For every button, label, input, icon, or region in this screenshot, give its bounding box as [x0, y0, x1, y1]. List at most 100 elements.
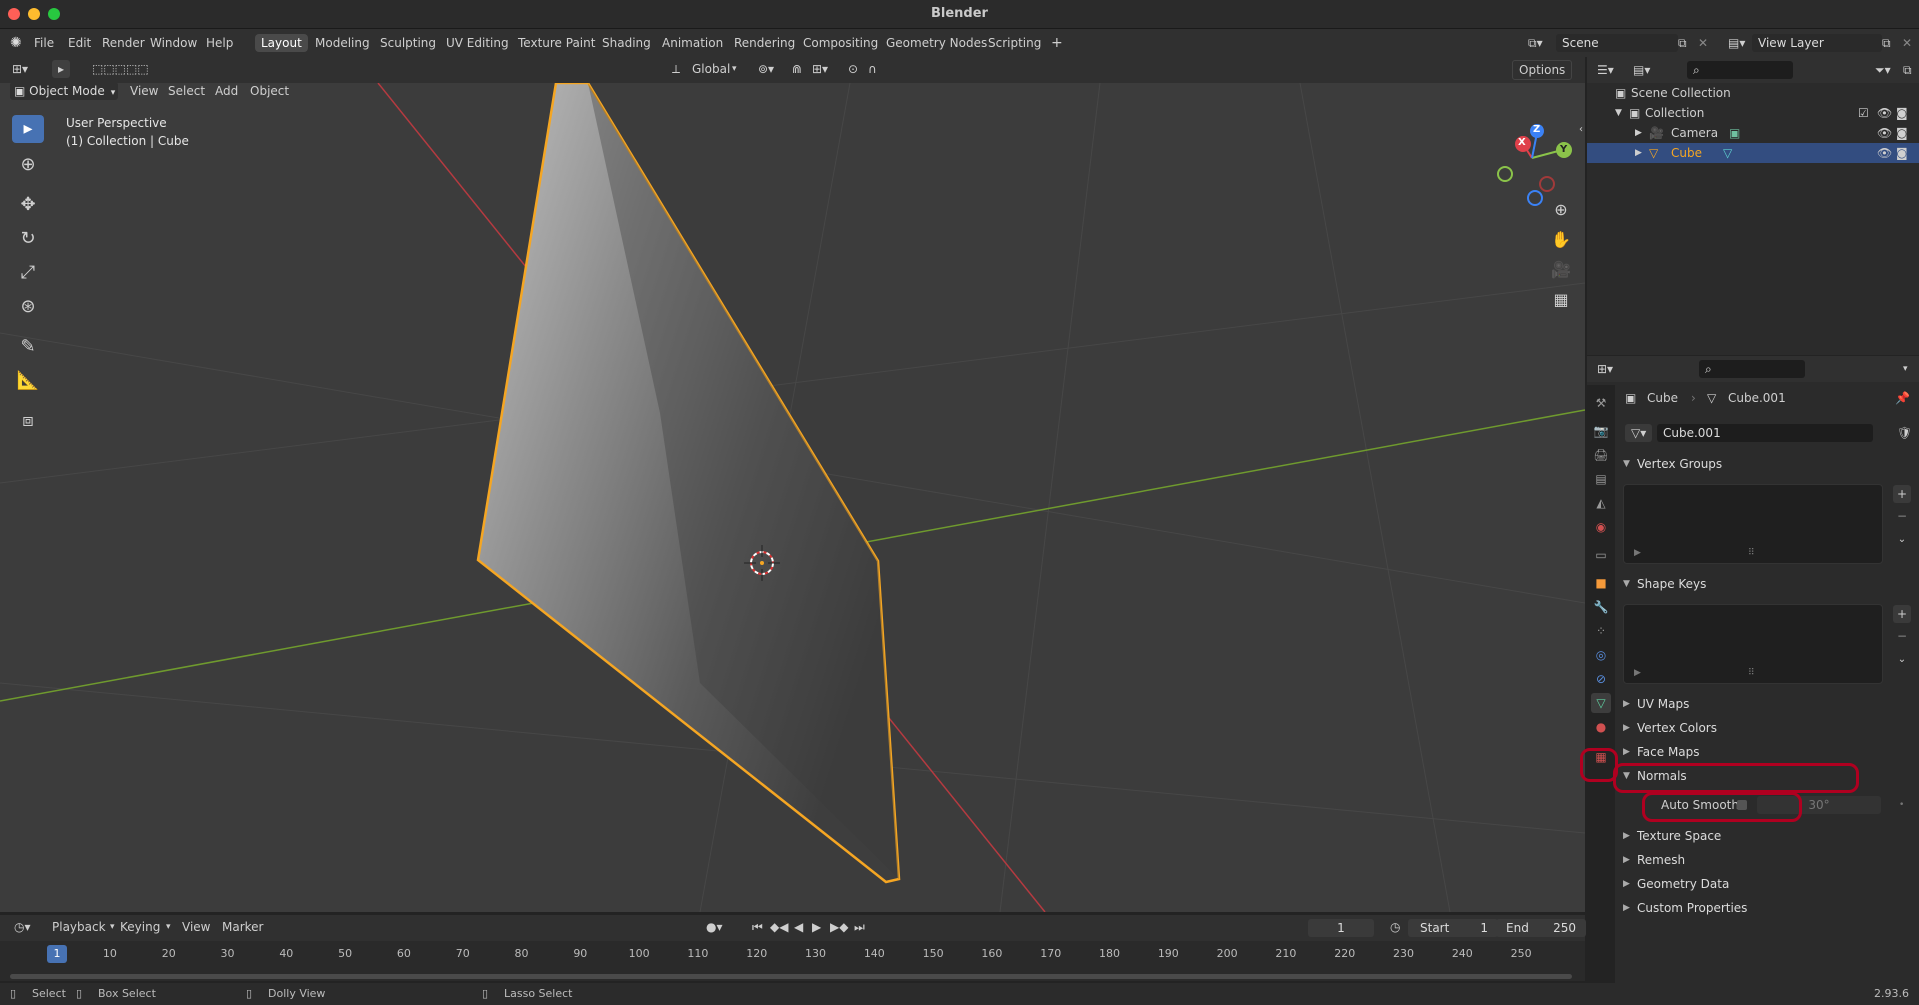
- select-box-tool-icon[interactable]: ▸: [12, 115, 44, 143]
- preview-range-icon[interactable]: ◷: [1384, 918, 1406, 936]
- tab-animation[interactable]: Animation: [656, 34, 729, 52]
- viewport-menu-select[interactable]: Select: [162, 82, 211, 100]
- camera-restrict-icon[interactable]: ◙: [1896, 143, 1908, 163]
- 3d-viewport[interactable]: X Y Z ◉▾ ⤧▾ ◐▾ ◫ ◎ ● ◑ ◒ ▾ ⊕ ✋ 🎥 ▦ ‹: [0, 83, 1585, 912]
- blender-logo-icon[interactable]: ✺: [4, 34, 28, 52]
- outliner-row-collection[interactable]: ▼ ▣ Collection ☑ 👁 ◙: [1587, 103, 1919, 123]
- constraints-tab-icon[interactable]: ⊘: [1591, 669, 1611, 689]
- panel-texture-space[interactable]: ▶ Texture Space: [1615, 825, 1919, 847]
- proportional-edit-icon[interactable]: ⊙: [842, 60, 864, 78]
- timeline-menu-marker[interactable]: Marker: [216, 918, 269, 936]
- current-frame-field[interactable]: 1: [1308, 919, 1374, 937]
- material-tab-icon[interactable]: ●: [1591, 717, 1611, 737]
- panel-geometry-data[interactable]: ▶ Geometry Data: [1615, 873, 1919, 895]
- camera-data-icon[interactable]: ▣: [1729, 123, 1740, 143]
- expand-arrow-icon[interactable]: ▶: [1635, 123, 1642, 143]
- expand-arrow-icon[interactable]: ▼: [1615, 103, 1622, 123]
- outliner-row-scene-collection[interactable]: ▣ Scene Collection: [1587, 83, 1919, 103]
- tab-uv-editing[interactable]: UV Editing: [440, 34, 515, 52]
- move-tool-icon[interactable]: ✥: [12, 191, 44, 219]
- viewport-menu-add[interactable]: Add: [209, 82, 244, 100]
- mesh-browse-icon[interactable]: ▽▾: [1625, 424, 1653, 442]
- outliner-row-cube[interactable]: ▶ ▽ Cube ▽ 👁 ◙: [1587, 143, 1919, 163]
- resize-handle-icon[interactable]: ⠿: [1748, 668, 1755, 678]
- camera-view-icon[interactable]: 🎥: [1548, 257, 1574, 283]
- keyframe-dot-icon[interactable]: •: [1899, 795, 1904, 815]
- view-layer-tab-icon[interactable]: ▤: [1591, 469, 1611, 489]
- tab-texture-paint[interactable]: Texture Paint: [512, 34, 601, 52]
- collection-tab-icon[interactable]: ▭: [1591, 545, 1611, 565]
- annotate-tool-icon[interactable]: ✎: [12, 333, 44, 361]
- panel-face-maps[interactable]: ▶ Face Maps: [1615, 741, 1919, 763]
- ortho-grid-icon[interactable]: ▦: [1548, 287, 1574, 313]
- camera-restrict-icon[interactable]: ◙: [1896, 103, 1908, 123]
- menu-render[interactable]: Render: [96, 34, 151, 52]
- panel-vertex-colors[interactable]: ▶ Vertex Colors: [1615, 717, 1919, 739]
- texture-tab-icon[interactable]: ▦: [1591, 747, 1611, 767]
- proportional-falloff-icon[interactable]: ∩: [862, 60, 883, 78]
- display-mode-icon[interactable]: ▤▾: [1627, 61, 1656, 79]
- panel-custom-properties[interactable]: ▶ Custom Properties: [1615, 897, 1919, 919]
- add-vertex-group-button[interactable]: +: [1893, 485, 1911, 503]
- menu-help[interactable]: Help: [200, 34, 239, 52]
- mesh-data-icon[interactable]: ▽: [1723, 143, 1732, 163]
- add-workspace-icon[interactable]: +: [1045, 34, 1069, 52]
- vertex-group-menu-icon[interactable]: ⌄: [1893, 531, 1911, 549]
- tab-layout[interactable]: Layout: [255, 34, 308, 52]
- jump-end-icon[interactable]: ⏭: [848, 918, 871, 936]
- selection-mode-icons[interactable]: ⬚⬚⬚⬚⬚: [86, 60, 155, 78]
- shape-key-menu-icon[interactable]: ⌄: [1893, 651, 1911, 669]
- remove-shape-key-button[interactable]: −: [1893, 627, 1911, 645]
- panel-remesh[interactable]: ▶ Remesh: [1615, 849, 1919, 871]
- pan-hand-icon[interactable]: ✋: [1548, 227, 1574, 253]
- new-scene-icon[interactable]: ⧉: [1672, 34, 1693, 52]
- select-tool-mode-icon[interactable]: ▸: [52, 60, 71, 78]
- editor-type-icon[interactable]: ⊞▾: [6, 60, 34, 78]
- object-tab-icon[interactable]: ■: [1591, 573, 1611, 593]
- tab-sculpting[interactable]: Sculpting: [374, 34, 442, 52]
- render-tab-icon[interactable]: 📷: [1591, 421, 1611, 441]
- resize-handle-icon[interactable]: ⠿: [1748, 548, 1755, 558]
- filter-icon[interactable]: ⏷▾: [1869, 61, 1897, 79]
- auto-smooth-checkbox[interactable]: [1737, 800, 1747, 810]
- expand-arrow-icon[interactable]: ▶: [1635, 143, 1642, 163]
- timeline-menu-view[interactable]: View: [176, 918, 216, 936]
- timeline-menu-playback[interactable]: Playback: [46, 918, 112, 936]
- panel-shape-keys[interactable]: ▼ Shape Keys: [1615, 573, 1919, 595]
- panel-uv-maps[interactable]: ▶ UV Maps: [1615, 693, 1919, 715]
- view-layer-field[interactable]: View Layer: [1752, 34, 1882, 52]
- viewport-menu-object[interactable]: Object: [244, 82, 295, 100]
- delete-view-layer-icon[interactable]: ✕: [1896, 34, 1918, 52]
- scene-tab-icon[interactable]: ◭: [1591, 493, 1611, 513]
- eye-icon[interactable]: 👁: [1877, 143, 1892, 163]
- vertex-groups-list[interactable]: ▶ ⠿: [1623, 484, 1883, 564]
- physics-tab-icon[interactable]: ◎: [1591, 645, 1611, 665]
- mesh-data-tab-icon[interactable]: ▽: [1591, 693, 1611, 713]
- scale-tool-icon[interactable]: ⤢: [12, 259, 44, 287]
- pin-icon[interactable]: 📌: [1895, 388, 1910, 408]
- scene-name-field[interactable]: Scene: [1556, 34, 1678, 52]
- timeline-area[interactable]: 10 20 30 40 50 60 70 80 90 100 110 120 130 140 150 160 1…: [0, 941, 1585, 981]
- properties-editor-type-icon[interactable]: ⊞▾: [1591, 360, 1619, 378]
- measure-tool-icon[interactable]: 📐: [12, 367, 44, 395]
- properties-options-icon[interactable]: ▾: [1897, 360, 1914, 378]
- menu-edit[interactable]: Edit: [62, 34, 97, 52]
- fake-user-icon[interactable]: 🛡: [1891, 424, 1918, 442]
- outliner-search-input[interactable]: ⌕: [1687, 61, 1793, 79]
- tab-geometry-nodes[interactable]: Geometry Nodes: [880, 34, 993, 52]
- timeline-menu-keying[interactable]: Keying: [114, 918, 166, 936]
- panel-vertex-groups[interactable]: ▼ Vertex Groups: [1615, 453, 1919, 475]
- tab-compositing[interactable]: Compositing: [797, 34, 884, 52]
- tab-rendering[interactable]: Rendering: [728, 34, 801, 52]
- list-expand-icon[interactable]: ▶: [1634, 548, 1641, 558]
- add-shape-key-button[interactable]: +: [1893, 605, 1911, 623]
- tab-shading[interactable]: Shading: [596, 34, 657, 52]
- playhead[interactable]: 1: [47, 945, 67, 963]
- list-expand-icon[interactable]: ▶: [1634, 668, 1641, 678]
- transform-tool-icon[interactable]: ⊛: [12, 293, 44, 321]
- end-frame-field[interactable]: End 250: [1496, 919, 1586, 937]
- shape-keys-list[interactable]: ▶ ⠿: [1623, 604, 1883, 684]
- modifier-tab-icon[interactable]: 🔧: [1591, 597, 1611, 617]
- new-view-layer-icon[interactable]: ⧉: [1876, 34, 1897, 52]
- auto-smooth-angle-field[interactable]: 30°: [1757, 796, 1881, 814]
